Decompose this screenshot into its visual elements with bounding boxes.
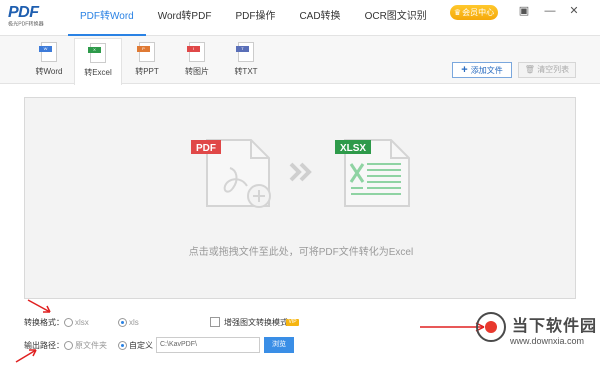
svg-text:PDF: PDF bbox=[196, 143, 216, 154]
logo-subtitle: 极光PDF转换器 bbox=[8, 21, 44, 27]
watermark-url: www.downxia.com bbox=[510, 336, 585, 346]
subtab-to-word[interactable]: W 转Word bbox=[25, 38, 73, 84]
menu-icon[interactable]: ▣ bbox=[516, 3, 532, 19]
xlsx-file-icon: XLSX bbox=[335, 139, 410, 207]
image-doc-icon: I bbox=[187, 42, 205, 62]
file-drop-zone[interactable]: PDF XLSX 点击或拖拽文件至此处，可将PDF文件转化为Excel bbox=[24, 97, 576, 299]
subtab-to-image[interactable]: I 转图片 bbox=[173, 38, 221, 84]
vip-center-label: 会员中心 bbox=[462, 8, 495, 17]
ppt-doc-icon: P bbox=[137, 42, 155, 62]
subtab-label: 转图片 bbox=[185, 67, 209, 76]
top-bar: PDF 极光PDF转换器 PDF转Word Word转PDF PDF操作 CAD… bbox=[0, 0, 600, 36]
main-nav: PDF转Word Word转PDF PDF操作 CAD转换 OCR图文识别 bbox=[68, 0, 439, 36]
clear-list-button[interactable]: 🗑 清空列表 bbox=[518, 62, 576, 78]
excel-doc-icon: X bbox=[88, 43, 106, 63]
browse-button[interactable]: 浏览 bbox=[264, 337, 294, 353]
subtab-to-ppt[interactable]: P 转PPT bbox=[123, 38, 171, 84]
subtab-label: 转Word bbox=[35, 67, 63, 76]
format-label: 转换格式： bbox=[24, 318, 64, 327]
radio-xls[interactable] bbox=[118, 318, 127, 327]
radio-original-folder-label: 原文件夹 bbox=[75, 341, 107, 350]
logo-text: PDF bbox=[8, 4, 39, 21]
vip-center-button[interactable]: ♛会员中心 bbox=[450, 5, 498, 20]
watermark: 当下软件园 www.downxia.com bbox=[474, 306, 600, 368]
add-file-button[interactable]: + 添加文件 bbox=[452, 62, 512, 78]
tab-ocr[interactable]: OCR图文识别 bbox=[353, 0, 439, 36]
drop-hint-text: 点击或拖拽文件至此处，可将PDF文件转化为Excel bbox=[188, 247, 414, 258]
subtab-label: 转PPT bbox=[135, 67, 159, 76]
format-row: 转换格式： xlsx xls 增强图文转换模式 VIP bbox=[24, 316, 324, 330]
radio-xlsx-label: xlsx bbox=[75, 318, 89, 327]
close-icon[interactable]: ✕ bbox=[566, 3, 582, 19]
radio-original-folder[interactable] bbox=[64, 341, 73, 350]
tab-cad-convert[interactable]: CAD转换 bbox=[287, 0, 352, 36]
radio-xlsx[interactable] bbox=[64, 318, 73, 327]
enhance-mode-checkbox[interactable] bbox=[210, 317, 220, 327]
svg-text:XLSX: XLSX bbox=[340, 143, 366, 154]
tab-pdf-to-word[interactable]: PDF转Word bbox=[68, 0, 146, 36]
radio-xls-label: xls bbox=[129, 318, 139, 327]
word-doc-icon: W bbox=[39, 42, 57, 62]
subtab-label: 转Excel bbox=[84, 68, 112, 77]
subtab-to-txt[interactable]: T 转TXT bbox=[222, 38, 270, 84]
subtab-label: 转TXT bbox=[234, 67, 258, 76]
clear-list-label: 清空列表 bbox=[537, 65, 570, 74]
annotation-arrow-icon bbox=[15, 349, 37, 363]
tab-word-to-pdf[interactable]: Word转PDF bbox=[146, 0, 224, 36]
output-path-input[interactable]: C:\KavPDF\ bbox=[156, 337, 260, 353]
drop-illustration: PDF XLSX bbox=[191, 139, 410, 208]
watermark-logo-icon bbox=[476, 312, 506, 342]
txt-doc-icon: T bbox=[236, 42, 254, 62]
double-chevron-icon bbox=[289, 162, 312, 182]
subtab-to-excel[interactable]: X 转Excel bbox=[74, 38, 122, 85]
add-file-label: 添加文件 bbox=[470, 66, 503, 75]
annotation-arrow-icon bbox=[27, 299, 51, 313]
minimize-icon[interactable]: — bbox=[542, 3, 558, 19]
watermark-text: 当下软件园 bbox=[512, 318, 598, 335]
output-row: 输出路径： 原文件夹 自定义 C:\KavPDF\ 浏览 bbox=[24, 337, 324, 353]
pdf-file-icon: PDF bbox=[191, 139, 271, 208]
tab-pdf-operations[interactable]: PDF操作 bbox=[223, 0, 287, 36]
app-logo: PDF 极光PDF转换器 bbox=[8, 4, 54, 32]
plus-icon: + bbox=[461, 64, 468, 76]
trash-icon: 🗑 bbox=[524, 65, 535, 74]
enhance-mode-label: 增强图文转换模式 bbox=[224, 318, 288, 327]
vip-tag: VIP bbox=[286, 319, 299, 326]
radio-custom-folder-label: 自定义 bbox=[129, 341, 153, 350]
crown-icon: ♛ bbox=[453, 8, 462, 17]
radio-custom-folder[interactable] bbox=[118, 341, 127, 350]
